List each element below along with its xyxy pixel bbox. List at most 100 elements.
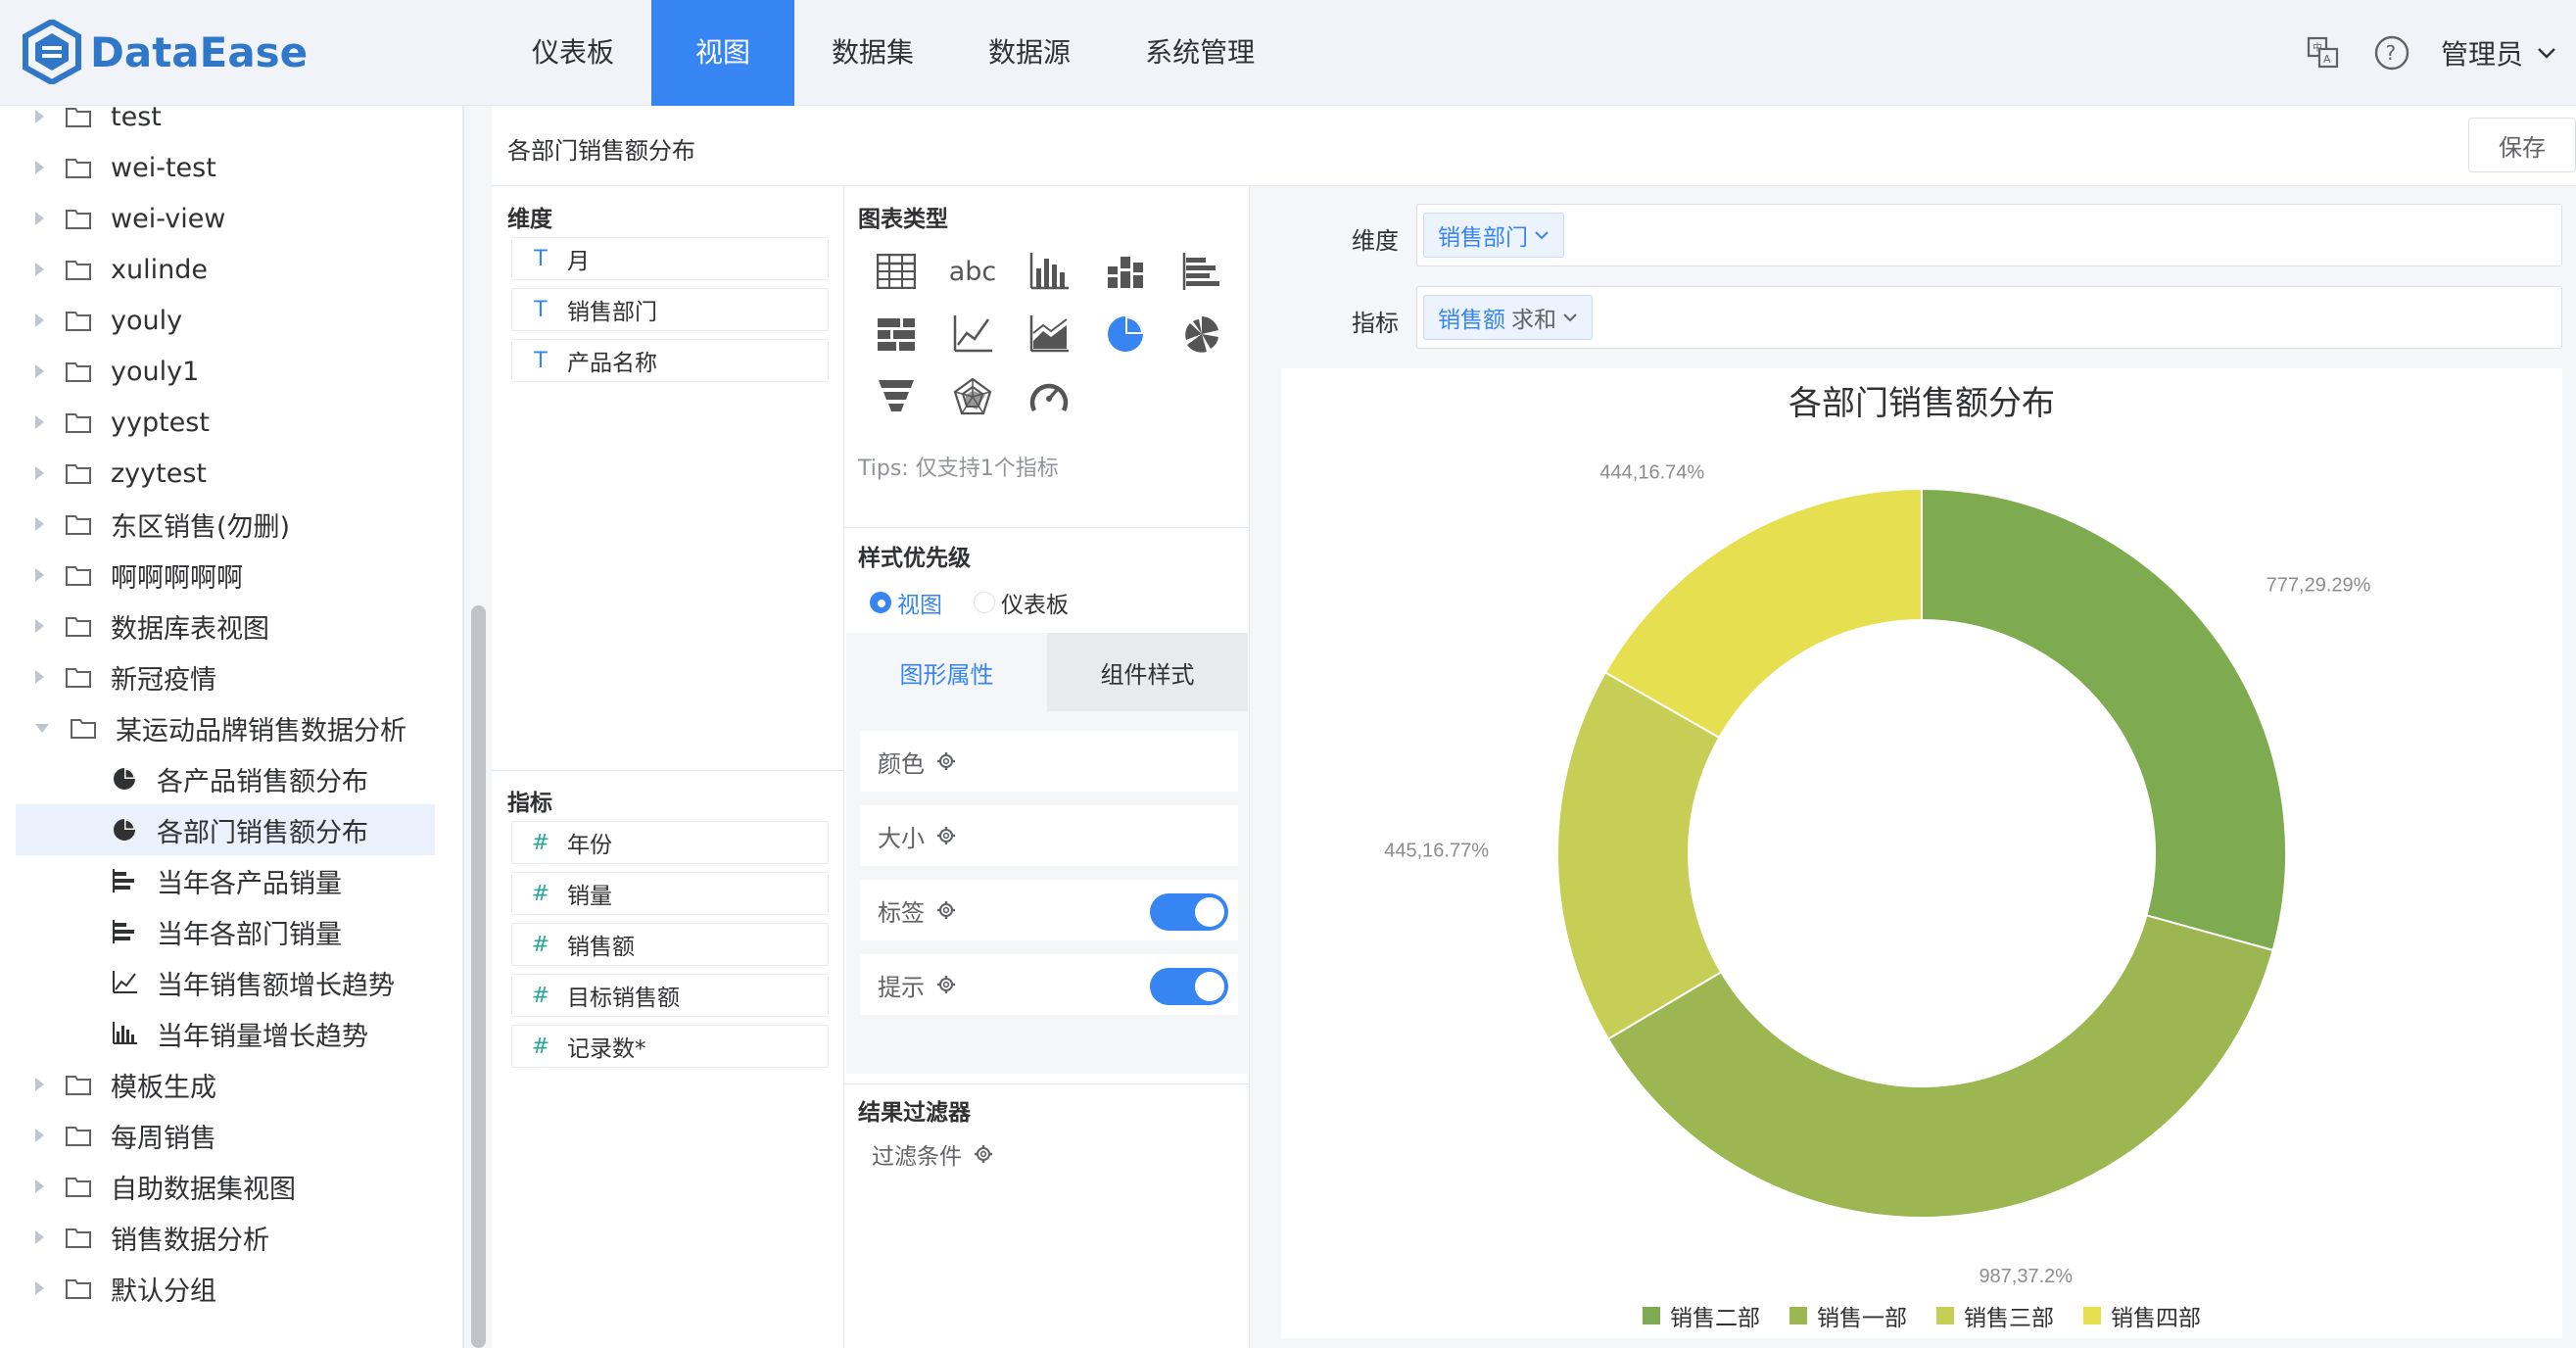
- caret-right-icon[interactable]: [35, 110, 44, 123]
- donut-slice[interactable]: [1603, 487, 1923, 740]
- measure-drop-zone[interactable]: 销售额 求和: [1416, 286, 2562, 349]
- tree-folder[interactable]: wei-view: [0, 193, 435, 244]
- legend-item[interactable]: 销售四部: [2083, 1299, 2201, 1332]
- gauge-icon[interactable]: [1025, 372, 1073, 421]
- measure-field[interactable]: # 销售额: [511, 923, 829, 966]
- user-menu[interactable]: 管理员: [2441, 33, 2556, 72]
- radio-view[interactable]: [870, 592, 891, 613]
- tooltip-toggle[interactable]: [1150, 968, 1228, 1005]
- dimension-field[interactable]: T 产品名称: [511, 339, 829, 382]
- nav-dashboard[interactable]: 仪表板: [495, 0, 651, 106]
- gear-icon[interactable]: [936, 975, 956, 994]
- gear-icon[interactable]: [936, 751, 956, 771]
- tree-folder[interactable]: yyptest: [0, 397, 435, 448]
- tree-folder[interactable]: 东区销售(勿删): [0, 499, 435, 550]
- tree-view-item[interactable]: 当年各部门销量: [0, 906, 435, 957]
- label-toggle[interactable]: [1150, 893, 1228, 931]
- view-name[interactable]: 各部门销售额分布: [507, 131, 695, 166]
- dimension-tag[interactable]: 销售部门: [1423, 213, 1564, 258]
- tree-folder[interactable]: 销售数据分析: [0, 1212, 435, 1263]
- tree-folder[interactable]: zyytest: [0, 448, 435, 499]
- radio-view-label[interactable]: 视图: [897, 586, 942, 619]
- radar-icon[interactable]: [948, 372, 997, 421]
- legend-item[interactable]: 销售一部: [1789, 1299, 1907, 1332]
- caret-right-icon[interactable]: [35, 466, 44, 480]
- donut-slice[interactable]: [1556, 671, 1723, 1040]
- caret-right-icon[interactable]: [35, 1180, 44, 1193]
- caret-right-icon[interactable]: [35, 212, 44, 225]
- pie-icon[interactable]: [1101, 310, 1150, 359]
- tree-folder[interactable]: wei-test: [0, 142, 435, 193]
- tree-folder[interactable]: 模板生成: [0, 1059, 435, 1110]
- dimension-field[interactable]: T月: [511, 237, 829, 280]
- nav-system[interactable]: 系统管理: [1108, 0, 1292, 106]
- tab-component-style[interactable]: 组件样式: [1047, 633, 1248, 711]
- tree-folder[interactable]: 啊啊啊啊啊: [0, 550, 435, 601]
- translate-icon[interactable]: 中A: [2304, 33, 2343, 72]
- caret-down-icon[interactable]: [35, 723, 49, 733]
- horizontal-bar-icon[interactable]: [1177, 247, 1226, 296]
- nav-dataset[interactable]: 数据集: [794, 0, 951, 106]
- tree-folder[interactable]: youly: [0, 295, 435, 346]
- logo[interactable]: DataEase: [22, 18, 308, 86]
- gear-icon[interactable]: [974, 1144, 993, 1164]
- caret-right-icon[interactable]: [35, 1230, 44, 1244]
- measure-field[interactable]: # 记录数*: [511, 1025, 829, 1068]
- color-setting[interactable]: 颜色: [860, 731, 1238, 792]
- caret-right-icon[interactable]: [35, 263, 44, 276]
- tree-folder[interactable]: 新冠疫情: [0, 651, 435, 702]
- table-icon[interactable]: [872, 247, 921, 296]
- save-button[interactable]: 保存: [2468, 118, 2576, 172]
- filter-condition[interactable]: 过滤条件: [858, 1131, 1236, 1178]
- caret-right-icon[interactable]: [35, 1078, 44, 1091]
- caret-right-icon[interactable]: [35, 313, 44, 327]
- area-icon[interactable]: [1025, 310, 1073, 359]
- caret-right-icon[interactable]: [35, 568, 44, 582]
- measure-field[interactable]: # 销量: [511, 872, 829, 915]
- funnel-icon[interactable]: [872, 372, 921, 421]
- bar-icon[interactable]: [1025, 247, 1073, 296]
- measure-field[interactable]: # 目标销售额: [511, 974, 829, 1017]
- gear-icon[interactable]: [936, 826, 956, 845]
- gear-icon[interactable]: [936, 900, 956, 920]
- caret-right-icon[interactable]: [35, 415, 44, 429]
- dimension-drop-zone[interactable]: 销售部门: [1416, 204, 2562, 266]
- tree-view-item[interactable]: 当年销量增长趋势: [0, 1008, 435, 1059]
- tree-view-item[interactable]: 当年销售额增长趋势: [0, 957, 435, 1008]
- legend-item[interactable]: 销售二部: [1643, 1299, 1760, 1332]
- stacked-horizontal-bar-icon[interactable]: [872, 310, 921, 359]
- nav-datasource[interactable]: 数据源: [951, 0, 1108, 106]
- tree-folder[interactable]: 自助数据集视图: [0, 1161, 435, 1212]
- measure-tag[interactable]: 销售额 求和: [1423, 295, 1593, 340]
- tree-view-item[interactable]: 各部门销售额分布: [16, 804, 435, 855]
- tree-folder[interactable]: 每周销售: [0, 1110, 435, 1161]
- sidebar-scrollbar[interactable]: [471, 605, 486, 1348]
- radio-dashboard[interactable]: [974, 592, 995, 613]
- caret-right-icon[interactable]: [35, 517, 44, 531]
- help-icon[interactable]: ?: [2372, 33, 2411, 72]
- tree-folder[interactable]: test: [0, 106, 435, 142]
- legend-item[interactable]: 销售三部: [1936, 1299, 2054, 1332]
- size-setting[interactable]: 大小: [860, 805, 1238, 866]
- caret-right-icon[interactable]: [35, 619, 44, 633]
- dimension-field[interactable]: T 销售部门: [511, 288, 829, 331]
- measure-field[interactable]: # 年份: [511, 821, 829, 864]
- stacked-bar-icon[interactable]: [1101, 247, 1150, 296]
- caret-right-icon[interactable]: [35, 1129, 44, 1142]
- label-setting[interactable]: 标签: [860, 880, 1238, 940]
- tooltip-setting[interactable]: 提示: [860, 954, 1238, 1015]
- text-icon[interactable]: abc: [948, 247, 997, 296]
- line-icon[interactable]: [948, 310, 997, 359]
- tree-view-item[interactable]: 当年各产品销量: [0, 855, 435, 906]
- donut-slice[interactable]: [1921, 487, 2287, 952]
- radio-dashboard-label[interactable]: 仪表板: [1001, 586, 1069, 619]
- caret-right-icon[interactable]: [35, 161, 44, 174]
- tree-view-item[interactable]: 各产品销售额分布: [0, 753, 435, 804]
- caret-right-icon[interactable]: [35, 364, 44, 378]
- tab-chart-attributes[interactable]: 图形属性: [846, 633, 1047, 711]
- nav-view[interactable]: 视图: [651, 0, 795, 106]
- tree-folder[interactable]: 某运动品牌销售数据分析: [0, 702, 435, 753]
- rose-icon[interactable]: [1177, 310, 1226, 359]
- tree-folder[interactable]: youly1: [0, 346, 435, 397]
- tree-folder[interactable]: 默认分组: [0, 1263, 435, 1314]
